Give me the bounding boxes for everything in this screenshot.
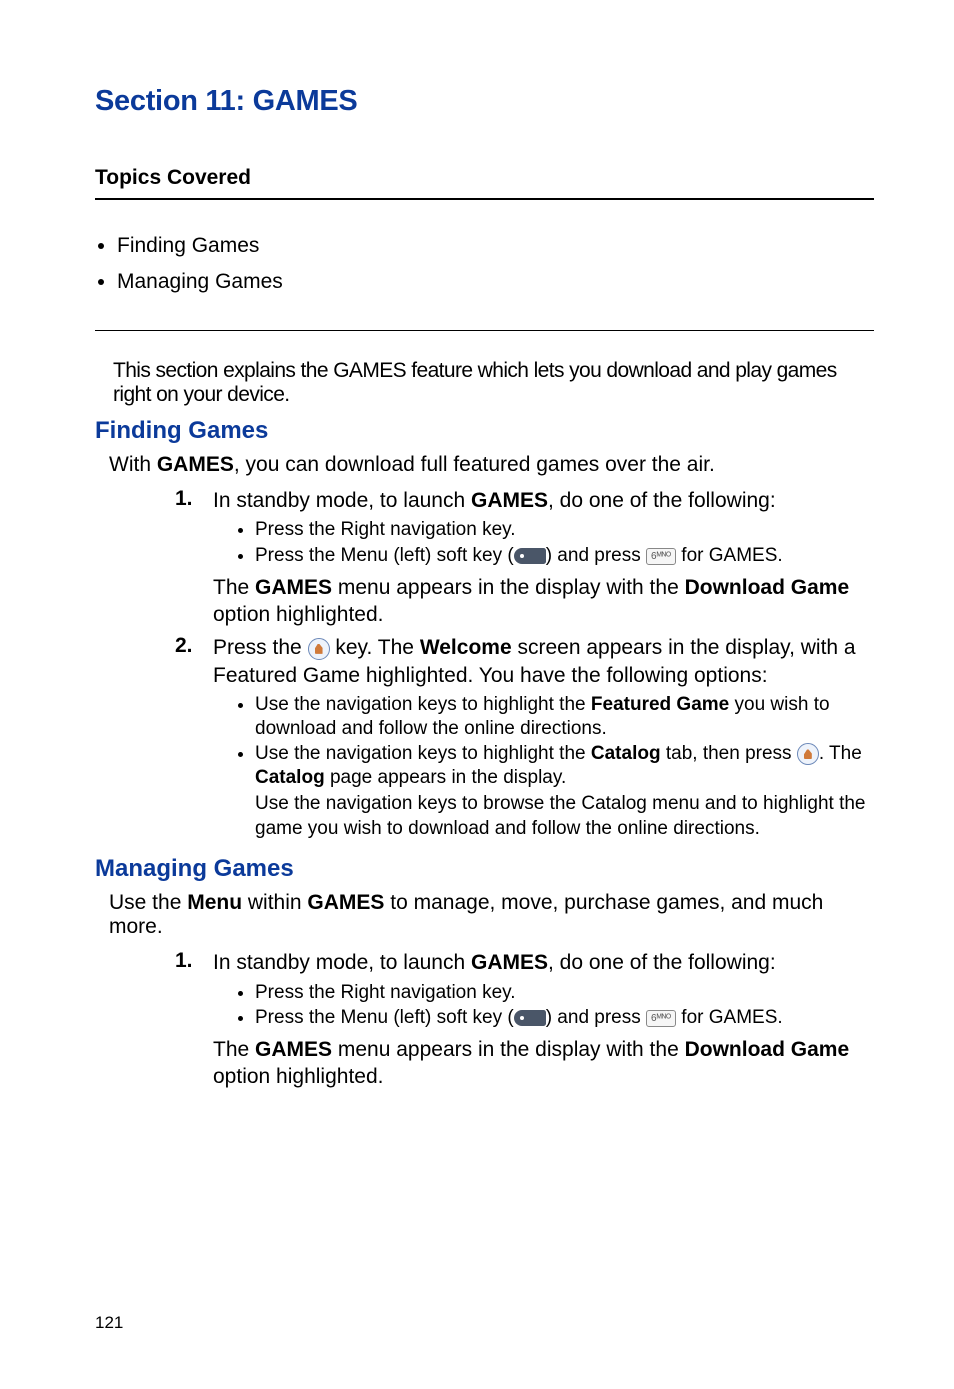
step-number: 1. (175, 949, 213, 1090)
text-bold: GAMES (471, 489, 548, 512)
finding-steps: 1. In standby mode, to launch GAMES, do … (175, 487, 874, 847)
step2-sublist: Use the navigation keys to highlight the… (213, 693, 874, 843)
text: menu appears in the display with the (332, 1038, 685, 1061)
step-number: 1. (175, 487, 213, 628)
ok-key-icon (797, 743, 819, 765)
step-1: 1. In standby mode, to launch GAMES, do … (175, 949, 874, 1090)
step-2: 2. Press the key. The Welcome screen app… (175, 634, 874, 847)
text: ) and press (546, 1007, 646, 1028)
text: , do one of the following: (548, 489, 776, 512)
text: In standby mode, to launch (213, 489, 471, 512)
sublist-item: Use the navigation keys to highlight the… (255, 693, 874, 743)
text-bold: Welcome (420, 636, 512, 659)
intro-paragraph: This section explains the GAMES feature … (113, 359, 856, 407)
text: , you can download full featured games o… (234, 453, 715, 476)
ok-key-icon (308, 638, 330, 660)
finding-lead: With GAMES, you can download full featur… (109, 453, 874, 477)
sublist-item: Press the Right navigation key. (255, 518, 874, 544)
text-bold: GAMES (255, 1038, 332, 1061)
text-bold: GAMES (307, 891, 384, 914)
text-bold: Download Game (685, 576, 850, 599)
sublist-continuation: Use the navigation keys to browse the Ca… (255, 792, 874, 841)
finding-games-heading: Finding Games (95, 417, 874, 445)
text: Press the Menu (left) soft key ( (255, 1007, 514, 1028)
topics-covered-heading: Topics Covered (95, 166, 874, 190)
text: Press the Menu (left) soft key ( (255, 545, 514, 566)
text: Press the (213, 636, 308, 659)
managing-games-heading: Managing Games (95, 855, 874, 883)
text-bold: Menu (187, 891, 242, 914)
managing-lead: Use the Menu within GAMES to manage, mov… (109, 891, 874, 939)
key-6-icon: 6ᴹᴺᴼ (646, 548, 676, 565)
softkey-icon (514, 548, 546, 564)
text-bold: GAMES (471, 951, 548, 974)
sublist-item: Press the Menu (left) soft key ( ) and pr… (255, 1006, 874, 1032)
text: With (109, 453, 157, 476)
text: Use the navigation keys to highlight the (255, 743, 591, 764)
step1-sublist: Press the Right navigation key. Press th… (213, 518, 874, 570)
text: Use the (109, 891, 187, 914)
text-bold: GAMES (157, 453, 234, 476)
topics-item: Managing Games (117, 264, 874, 300)
text: key. The (330, 636, 420, 659)
text-bold: Featured Game (591, 694, 729, 715)
topics-list: Finding Games Managing Games (95, 228, 874, 300)
text: page appears in the display. (325, 767, 567, 788)
text: , do one of the following: (548, 951, 776, 974)
text-bold: Catalog (591, 743, 661, 764)
step-1: 1. In standby mode, to launch GAMES, do … (175, 487, 874, 628)
sublist-item: Press the Menu (left) soft key ( ) and pr… (255, 544, 874, 570)
text: option highlighted. (213, 1065, 383, 1088)
text: within (242, 891, 307, 914)
managing-step1-sublist: Press the Right navigation key. Press th… (213, 981, 874, 1033)
text-bold: Download Game (685, 1038, 850, 1061)
text: Use the navigation keys to highlight the (255, 694, 591, 715)
horizontal-rule (95, 330, 874, 331)
text: The (213, 576, 255, 599)
text: menu appears in the display with the (332, 576, 685, 599)
softkey-icon (514, 1010, 546, 1026)
page-number: 121 (95, 1313, 123, 1333)
text: for GAMES. (676, 1007, 783, 1028)
text: . The (819, 743, 862, 764)
step-number: 2. (175, 634, 213, 847)
text: for GAMES. (676, 545, 783, 566)
section-title: Section 11: GAMES (95, 85, 874, 118)
topics-item: Finding Games (117, 228, 874, 264)
horizontal-rule (95, 198, 874, 200)
text-bold: Catalog (255, 767, 325, 788)
text-bold: GAMES (255, 576, 332, 599)
sublist-item: Press the Right navigation key. (255, 981, 874, 1007)
text: ) and press (546, 545, 646, 566)
managing-steps: 1. In standby mode, to launch GAMES, do … (175, 949, 874, 1090)
text: In standby mode, to launch (213, 951, 471, 974)
text: tab, then press (661, 743, 797, 764)
text: option highlighted. (213, 603, 383, 626)
text: The (213, 1038, 255, 1061)
key-6-icon: 6ᴹᴺᴼ (646, 1010, 676, 1027)
sublist-item: Use the navigation keys to highlight the… (255, 742, 874, 843)
